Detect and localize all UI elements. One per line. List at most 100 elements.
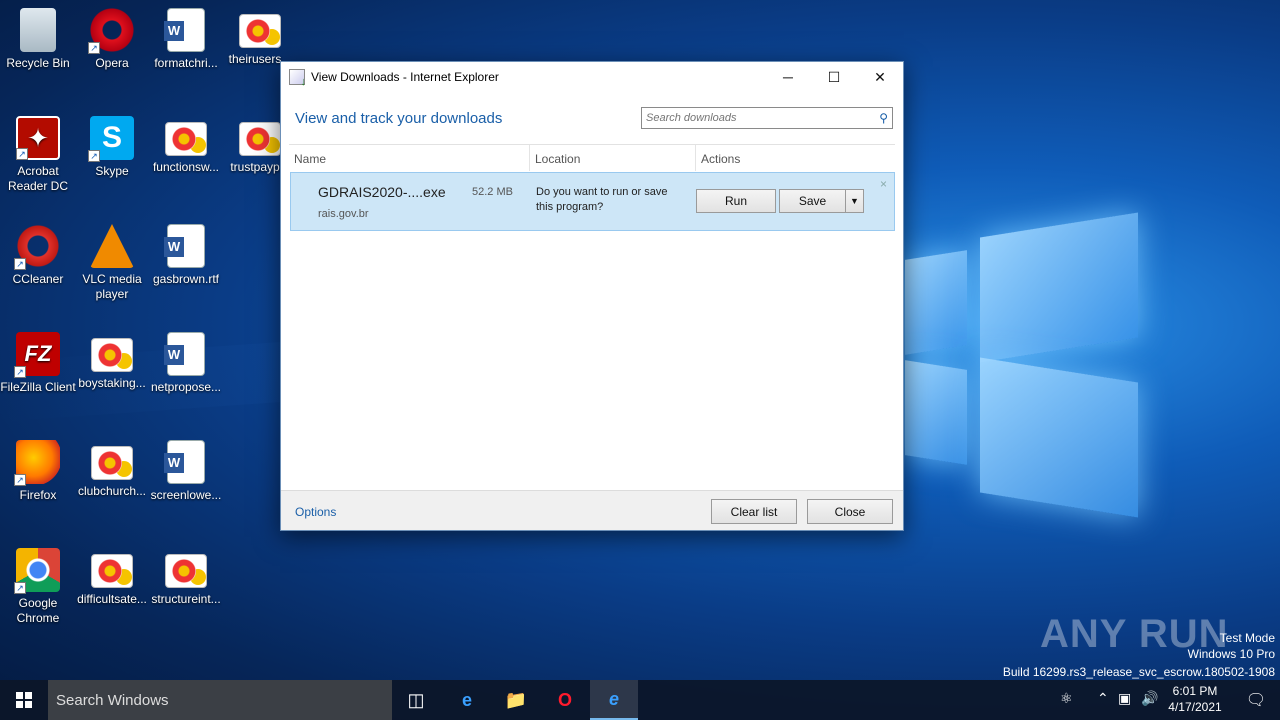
desktop-icon-label: Skype bbox=[95, 164, 129, 178]
desktop-icon-label: Google Chrome bbox=[16, 596, 60, 625]
column-header-actions: Actions bbox=[701, 152, 741, 166]
word-document-icon bbox=[164, 8, 205, 52]
desktop-icon-label: Acrobat Reader DC bbox=[7, 164, 69, 193]
close-window-button[interactable]: ✕ bbox=[857, 62, 903, 92]
download-prompt: Do you want to run or save this program? bbox=[536, 186, 668, 213]
desktop-icon-label: gasbrown.rtf bbox=[152, 272, 220, 286]
desktop-icon-label: boystaking... bbox=[78, 376, 146, 390]
run-button[interactable]: Run bbox=[696, 189, 776, 213]
opera-taskbar-icon[interactable]: O bbox=[541, 680, 589, 720]
save-button[interactable]: Save bbox=[779, 189, 845, 213]
desktop-icon-screenlowe[interactable]: screenlowe... bbox=[148, 440, 224, 503]
desktop-icon-firefox[interactable]: ↗ Firefox bbox=[0, 440, 76, 503]
start-button[interactable] bbox=[0, 680, 48, 720]
word-document-icon bbox=[164, 440, 205, 484]
vlc-icon bbox=[90, 224, 134, 268]
desktop-icon-label: formatchri... bbox=[154, 56, 218, 70]
save-options-chevron-down-icon[interactable]: ▼ bbox=[845, 189, 864, 213]
search-box[interactable]: ⚲ bbox=[641, 107, 893, 129]
column-header-row: Name Location Actions bbox=[289, 144, 895, 171]
clock-date: 4/17/2021 bbox=[1168, 700, 1222, 714]
desktop-icon-formatchri[interactable]: formatchri... bbox=[148, 8, 224, 71]
skype-icon: ↗ bbox=[88, 116, 134, 162]
view-downloads-window: View Downloads - Internet Explorer ─ ☐ ✕… bbox=[280, 61, 904, 531]
build-label: Build 16299.rs3_release_svc_escrow.18050… bbox=[1002, 665, 1275, 679]
desktop-icon-label: clubchurch... bbox=[77, 484, 147, 498]
image-file-icon bbox=[165, 122, 207, 156]
action-center-icon[interactable]: 🗨 bbox=[1232, 680, 1280, 720]
desktop-icon-chrome[interactable]: ↗ Google Chrome bbox=[0, 548, 76, 626]
maximize-button[interactable]: ☐ bbox=[811, 62, 857, 92]
taskbar-search[interactable]: Search Windows bbox=[48, 680, 392, 720]
ccleaner-icon: ↗ bbox=[14, 224, 60, 270]
page-title: View and track your downloads bbox=[295, 109, 503, 127]
image-file-icon bbox=[239, 14, 281, 48]
desktop-icon-functionsw[interactable]: functionsw... bbox=[148, 116, 224, 175]
desktop-icon-skype[interactable]: ↗ Skype bbox=[74, 116, 150, 179]
filezilla-icon: ↗ bbox=[14, 332, 60, 378]
desktop-icon-boystaking[interactable]: boystaking... bbox=[74, 332, 150, 391]
window-titlebar[interactable]: View Downloads - Internet Explorer ─ ☐ ✕ bbox=[281, 62, 903, 92]
desktop-icon-label: structureint... bbox=[151, 592, 221, 606]
desktop-icon-theirusers[interactable]: theirusers... bbox=[222, 8, 298, 67]
options-link[interactable]: Options bbox=[295, 505, 336, 519]
windows-start-icon bbox=[16, 692, 32, 708]
desktop-icon-filezilla[interactable]: ↗ FileZilla Client bbox=[0, 332, 76, 395]
acrobat-icon: ↗ bbox=[16, 116, 60, 160]
image-file-icon bbox=[91, 554, 133, 588]
desktop-icon-difficultsate[interactable]: difficultsate... bbox=[74, 548, 150, 607]
minimize-button[interactable]: ─ bbox=[765, 62, 811, 92]
desktop-icon-label: netpropose... bbox=[150, 380, 222, 394]
desktop-icon-clubchurch[interactable]: clubchurch... bbox=[74, 440, 150, 499]
image-file-icon bbox=[91, 338, 133, 372]
desktop-icon-label: VLC media player bbox=[82, 272, 142, 301]
download-size: 52.2 MB bbox=[472, 186, 513, 198]
column-header-name[interactable]: Name bbox=[294, 152, 326, 166]
windows-wallpaper-logo bbox=[905, 212, 1140, 518]
window-title: View Downloads - Internet Explorer bbox=[311, 70, 499, 84]
people-icon[interactable]: ⚛ bbox=[1060, 690, 1073, 707]
tray-chevron-up-icon[interactable]: ⌃ bbox=[1097, 690, 1109, 707]
desktop-icon-label: CCleaner bbox=[12, 272, 64, 286]
desktop-icon-gasbrown[interactable]: gasbrown.rtf bbox=[148, 224, 224, 287]
firefox-icon: ↗ bbox=[14, 440, 60, 486]
file-explorer-icon[interactable]: 📁 bbox=[492, 680, 540, 720]
desktop-icon-structureint[interactable]: structureint... bbox=[148, 548, 224, 607]
desktop-icon-opera[interactable]: ↗ Opera bbox=[74, 8, 150, 71]
downloads-app-icon bbox=[289, 69, 306, 88]
word-document-icon bbox=[164, 224, 205, 268]
edge-icon[interactable]: e bbox=[443, 680, 491, 720]
opera-icon: ↗ bbox=[88, 8, 134, 54]
image-file-icon bbox=[239, 122, 281, 156]
desktop-icon-label: difficultsate... bbox=[77, 592, 147, 606]
test-mode-label: Test Mode bbox=[1219, 631, 1275, 645]
search-input[interactable] bbox=[646, 112, 880, 124]
image-file-icon bbox=[91, 446, 133, 480]
recycle-bin-icon bbox=[20, 8, 56, 52]
column-header-location[interactable]: Location bbox=[535, 152, 580, 166]
network-icon[interactable]: ▣ bbox=[1118, 690, 1131, 707]
taskbar: Search Windows ◫ e 📁 O e ⚛ ⌃ ▣ 🔊 6:01 PM… bbox=[0, 680, 1280, 720]
desktop-icon-acrobat[interactable]: ↗ Acrobat Reader DC bbox=[0, 116, 76, 194]
desktop-icon-recycle-bin[interactable]: Recycle Bin bbox=[0, 8, 76, 71]
clear-list-button[interactable]: Clear list bbox=[711, 499, 797, 524]
clock-time: 6:01 PM bbox=[1172, 684, 1218, 698]
desktop-icon-vlc[interactable]: VLC media player bbox=[74, 224, 150, 302]
download-source: rais.gov.br bbox=[318, 208, 369, 220]
desktop-icon-label: Recycle Bin bbox=[6, 56, 70, 70]
volume-icon[interactable]: 🔊 bbox=[1141, 690, 1158, 707]
download-filename: GDRAIS2020-....exe bbox=[318, 184, 446, 200]
desktop-icon-label: screenlowe... bbox=[150, 488, 222, 502]
desktop-icon-label: Opera bbox=[95, 56, 129, 70]
desktop-icon-netpropose[interactable]: netpropose... bbox=[148, 332, 224, 395]
desktop-icon-ccleaner[interactable]: ↗ CCleaner bbox=[0, 224, 76, 287]
download-row[interactable]: GDRAIS2020-....exe 52.2 MB rais.gov.br D… bbox=[290, 172, 895, 231]
taskbar-clock[interactable]: 6:01 PM 4/17/2021 bbox=[1160, 683, 1230, 715]
close-button[interactable]: Close bbox=[807, 499, 893, 524]
window-footer: Options Clear list Close bbox=[281, 490, 903, 530]
windows-edition-label: Windows 10 Pro bbox=[1187, 647, 1275, 661]
task-view-icon[interactable]: ◫ bbox=[392, 680, 440, 720]
search-icon[interactable]: ⚲ bbox=[879, 111, 888, 125]
internet-explorer-icon[interactable]: e bbox=[590, 680, 638, 720]
dismiss-download-icon[interactable]: × bbox=[880, 177, 887, 191]
